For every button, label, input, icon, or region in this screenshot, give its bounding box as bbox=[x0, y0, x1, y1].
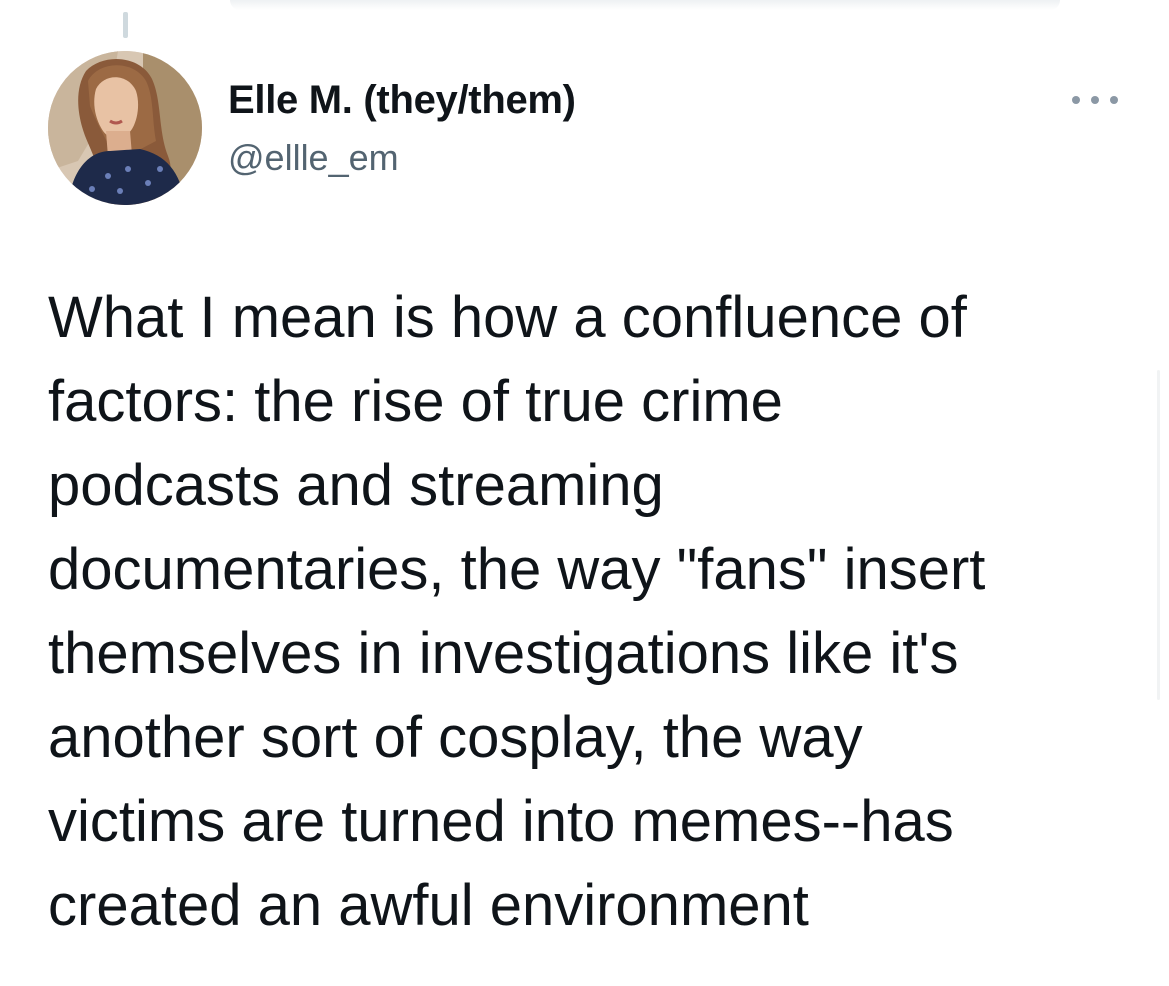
tweet-text-line: another sort of cosplay, the way bbox=[48, 705, 863, 770]
tweet-text-line: victims are turned into memes--has bbox=[48, 789, 954, 854]
tweet-text-line: factors: the rise of true crime bbox=[48, 369, 783, 434]
tweet-text-line: What I mean is how a confluence of bbox=[48, 285, 967, 350]
more-horizontal-icon-dot bbox=[1091, 96, 1099, 104]
avatar-photo bbox=[48, 51, 202, 205]
author-handle[interactable]: @ellle_em bbox=[228, 137, 399, 179]
previous-tweet-edge bbox=[230, 0, 1060, 10]
tweet-text-line: themselves in investigations like it's bbox=[48, 621, 959, 686]
tweet-text-line: podcasts and streaming bbox=[48, 453, 664, 518]
tweet-text-line: created an awful environment bbox=[48, 873, 809, 938]
more-horizontal-icon bbox=[1072, 96, 1080, 104]
author-display-name[interactable]: Elle M. (they/them) bbox=[228, 78, 576, 123]
tweet-text-line: documentaries, the way "fans" insert bbox=[48, 537, 986, 602]
more-options-button[interactable] bbox=[1072, 88, 1118, 112]
avatar[interactable] bbox=[48, 51, 202, 205]
more-horizontal-icon-dot bbox=[1110, 96, 1118, 104]
scrollbar-track[interactable] bbox=[1157, 370, 1160, 700]
tweet-text: What I mean is how a confluence of facto… bbox=[48, 276, 1128, 948]
thread-connector-line bbox=[123, 12, 128, 38]
